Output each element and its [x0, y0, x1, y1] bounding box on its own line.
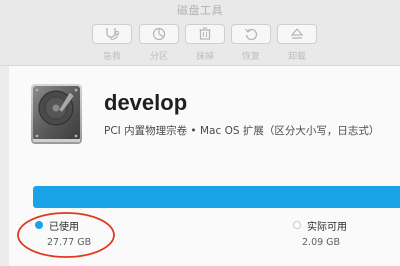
- restore-button[interactable]: [231, 24, 271, 44]
- free-legend-dot: [293, 221, 301, 229]
- annotation-circle: [17, 212, 115, 258]
- window-title: 磁盘工具: [177, 4, 223, 17]
- unmount-tool[interactable]: 卸载: [277, 24, 317, 62]
- first-aid-button[interactable]: [92, 24, 132, 44]
- stethoscope-icon: [106, 28, 120, 40]
- partition-icon: [152, 27, 166, 41]
- partition-tool[interactable]: 分区: [139, 24, 179, 62]
- partition-label: 分区: [149, 52, 168, 62]
- partition-button[interactable]: [139, 24, 179, 44]
- unmount-button[interactable]: [277, 24, 317, 44]
- restore-label: 恢复: [241, 52, 260, 62]
- usage-bar: [33, 186, 400, 208]
- erase-icon: [199, 27, 211, 40]
- unmount-label: 卸载: [287, 52, 306, 62]
- restore-icon: [245, 28, 258, 41]
- erase-tool[interactable]: 抹掉: [185, 24, 225, 62]
- restore-tool[interactable]: 恢复: [231, 24, 271, 62]
- disk-description: PCI 内置物理宗卷 • Mac OS 扩展（区分大小写，日志式）: [104, 125, 380, 137]
- erase-label: 抹掉: [195, 52, 214, 62]
- first-aid-label: 急救: [102, 52, 121, 62]
- erase-button[interactable]: [185, 24, 225, 44]
- eject-icon: [290, 28, 304, 39]
- free-value: 2.09 GB: [302, 237, 341, 248]
- free-label: 实际可用: [307, 222, 347, 233]
- hard-drive-icon: [31, 84, 82, 144]
- first-aid-tool[interactable]: 急救: [92, 24, 132, 62]
- sidebar-edge: [0, 66, 9, 266]
- toolbar: 磁盘工具 急救 分区 抹掉 恢复 卸载: [0, 0, 400, 66]
- disk-name: develop: [104, 90, 188, 115]
- disk-info-panel: develop PCI 内置物理宗卷 • Mac OS 扩展（区分大小写，日志式…: [9, 66, 400, 266]
